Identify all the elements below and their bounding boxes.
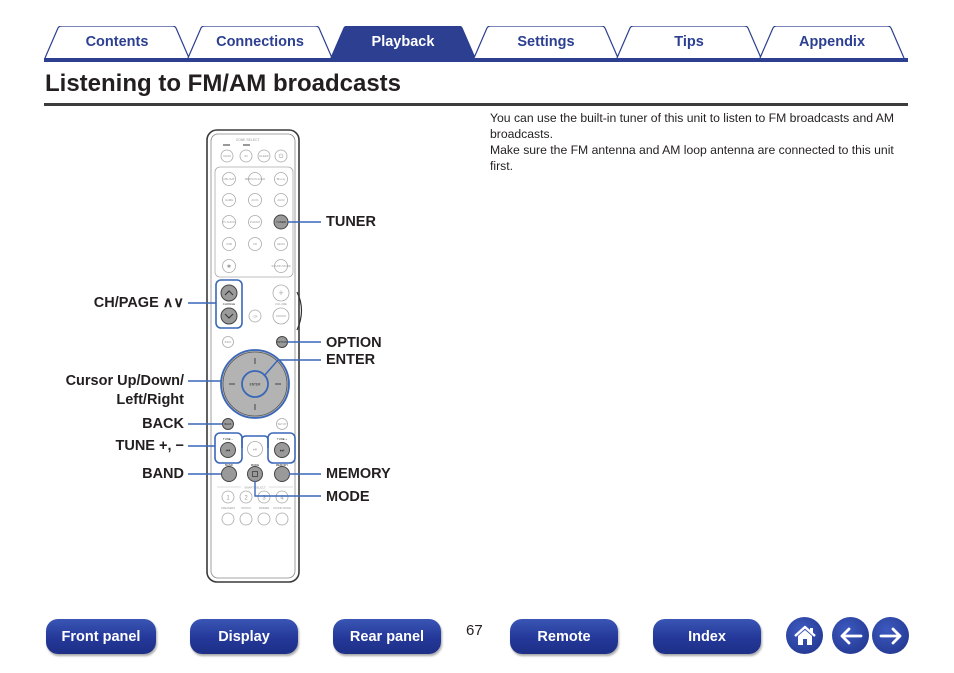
callout-ch-page: CH/PAGE ∧∨: [93, 295, 184, 311]
callout-cursor-line2: Left/Right: [116, 392, 184, 408]
display-button[interactable]: Display: [190, 619, 298, 654]
callout-tune: TUNE +, −: [115, 438, 185, 454]
memory-button: [274, 466, 290, 482]
remote-button[interactable]: Remote: [510, 619, 618, 654]
svg-text:CH/PAGE: CH/PAGE: [223, 302, 236, 306]
svg-text:MAIN: MAIN: [223, 154, 231, 158]
svg-text:INFO: INFO: [225, 340, 233, 344]
svg-text:AUX2: AUX2: [277, 198, 285, 202]
callout-option: OPTION: [326, 335, 382, 351]
svg-text:⏯: ⏯: [253, 447, 257, 453]
svg-text:✱: ✱: [227, 264, 231, 270]
svg-text:SLEEP: SLEEP: [259, 154, 269, 158]
svg-text:VOLUME: VOLUME: [275, 302, 287, 306]
home-icon: [793, 625, 816, 645]
power-icon: ⏻: [279, 153, 284, 160]
index-button[interactable]: Index: [653, 619, 761, 654]
tab-label: Tips: [674, 34, 704, 50]
svg-text:AUX1: AUX1: [251, 198, 259, 202]
svg-text:USB: USB: [226, 242, 232, 246]
svg-text:⏭: ⏭: [280, 448, 285, 454]
svg-text:Blu-ray: Blu-ray: [277, 177, 286, 181]
svg-text:OPTION: OPTION: [277, 340, 287, 344]
svg-text:PHONO: PHONO: [250, 220, 261, 224]
svg-text:SOUND MODE: SOUND MODE: [271, 264, 290, 268]
callout-memory: MEMORY: [326, 466, 391, 482]
svg-text:DIMMER: DIMMER: [259, 506, 270, 510]
page-number: 67: [466, 622, 483, 639]
zone-select-label: ZONE SELECT: [236, 138, 260, 142]
svg-text:TUNE −: TUNE −: [223, 437, 233, 441]
callout-back: BACK: [142, 416, 184, 432]
ch-page-up-button: [220, 284, 238, 302]
ch-page-down-button: [220, 307, 238, 325]
forward-nav-button[interactable]: [872, 617, 909, 654]
svg-text:MEDIA PLAYER: MEDIA PLAYER: [245, 177, 265, 181]
svg-text:SOUND MODE: SOUND MODE: [273, 506, 291, 510]
svg-text:Z2: Z2: [244, 154, 248, 158]
remote-illustration: ZONE SELECT MAIN Z2 SLEEP ⏻ CBL/SAT MEDI…: [0, 0, 954, 600]
svg-text:SPEAKERS: SPEAKERS: [221, 506, 235, 510]
callout-mode: MODE: [326, 489, 370, 505]
rear-panel-button[interactable]: Rear panel: [333, 619, 441, 654]
callout-band: BAND: [142, 466, 184, 482]
tab-label: Playback: [371, 34, 435, 50]
svg-text:CBL/SAT: CBL/SAT: [223, 177, 235, 181]
callout-tuner: TUNER: [326, 214, 376, 230]
svg-text:CD: CD: [253, 242, 257, 246]
zone-led: [223, 144, 230, 146]
svg-text:TV AUDIO: TV AUDIO: [222, 220, 236, 224]
svg-text:ENTER: ENTER: [250, 383, 262, 387]
mode-button: [247, 466, 263, 482]
callout-cursor: Cursor Up/Down/ Left/Right: [30, 373, 184, 409]
front-panel-button[interactable]: Front panel: [46, 619, 156, 654]
tab-label: Connections: [216, 34, 304, 50]
zone-led: [243, 144, 250, 146]
svg-text:TUNE +: TUNE +: [277, 437, 287, 441]
svg-text:STATUS: STATUS: [241, 506, 251, 510]
arrow-right-icon: [879, 627, 901, 644]
svg-text:SETUP: SETUP: [278, 422, 287, 426]
tab-label: Appendix: [798, 34, 866, 50]
tab-label: Settings: [517, 34, 575, 50]
svg-text:BACK: BACK: [224, 422, 231, 426]
svg-text:HEOS: HEOS: [277, 242, 285, 246]
back-nav-button[interactable]: [832, 617, 869, 654]
band-button: [221, 466, 237, 482]
svg-text:GAME: GAME: [225, 198, 233, 202]
callout-cursor-line1: Cursor Up/Down/: [65, 373, 184, 389]
svg-text:⏮: ⏮: [226, 448, 231, 454]
callout-enter: ENTER: [326, 352, 376, 368]
arrow-left-icon: [840, 627, 862, 644]
svg-text:TUNER: TUNER: [276, 220, 286, 224]
tab-label: Contents: [85, 34, 149, 50]
svg-text:+: +: [278, 288, 283, 298]
home-button[interactable]: [786, 617, 823, 654]
svg-text:◁×: ◁×: [252, 314, 258, 319]
